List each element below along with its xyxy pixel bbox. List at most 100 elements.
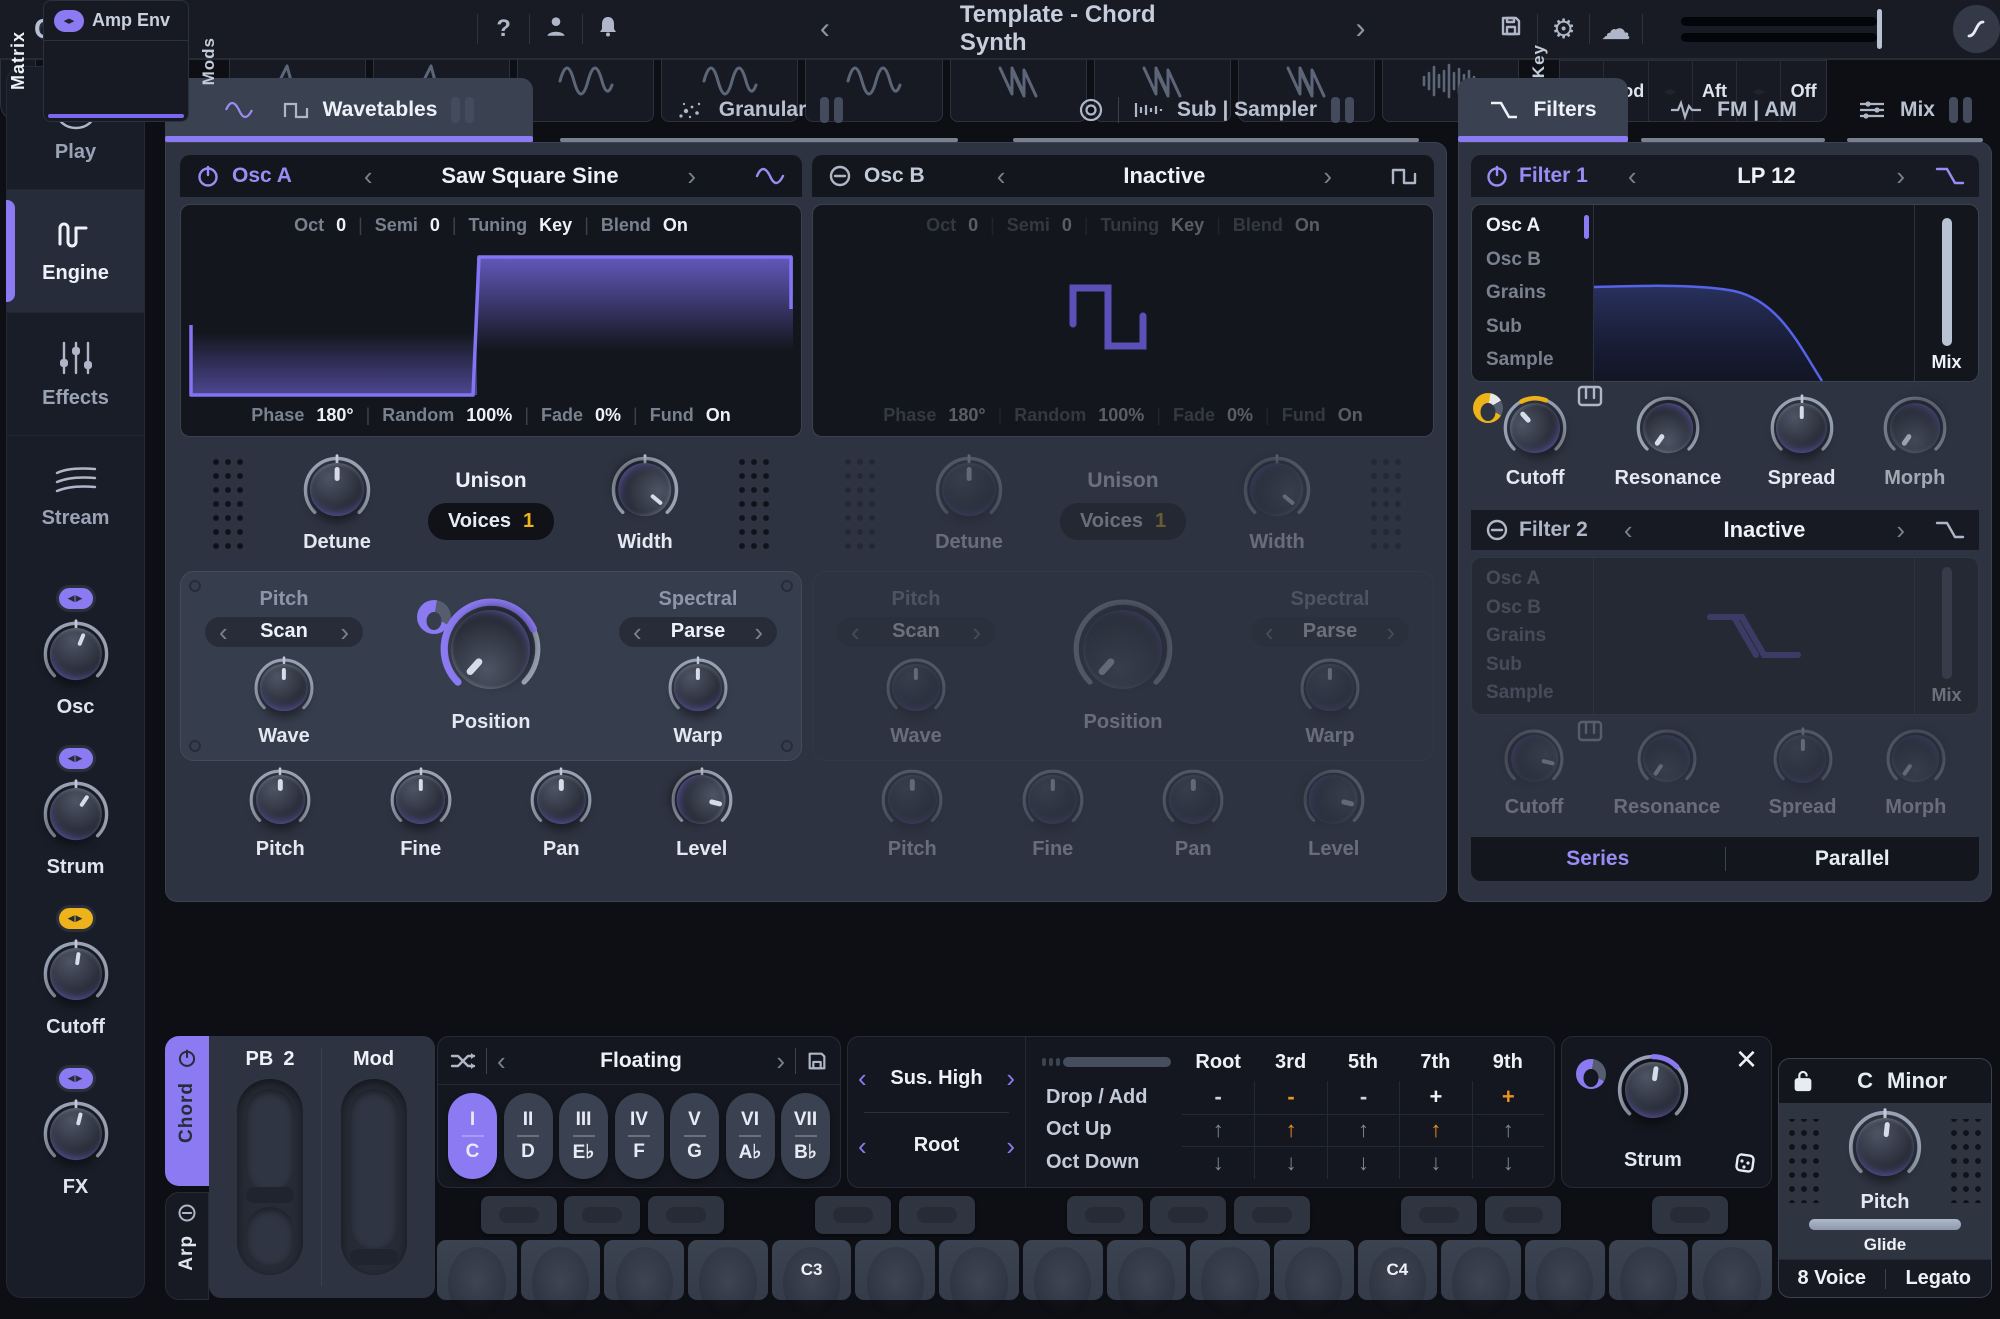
strum-knob[interactable] (1616, 1053, 1690, 1127)
strum-macro-knob[interactable] (42, 780, 110, 848)
pitch-mode-selector[interactable]: ‹ Scan › (205, 617, 363, 647)
white-key[interactable]: C4 (1358, 1240, 1438, 1300)
fx-macro-knob[interactable] (42, 1100, 110, 1168)
white-key[interactable] (437, 1240, 517, 1300)
close-icon[interactable]: × (1736, 1041, 1757, 1077)
pan-knob[interactable] (1161, 768, 1225, 832)
wheel-thumb[interactable] (246, 1187, 294, 1203)
black-key[interactable] (1067, 1196, 1143, 1234)
mix-slider-handle[interactable] (1942, 567, 1952, 679)
next-filter-type-button[interactable]: › (1896, 163, 1905, 189)
routing-parallel[interactable]: Parallel (1726, 847, 1980, 871)
inversion-selector[interactable]: ‹ Root › (858, 1133, 1015, 1159)
oct-down-9th[interactable]: ↓ (1472, 1146, 1544, 1179)
mod-diamond-icon[interactable]: ◀▶ (56, 745, 96, 772)
scale-key[interactable]: C (1857, 1068, 1873, 1094)
pitch-mode-selector[interactable]: ‹Scan› (837, 617, 995, 647)
keytrack-piano-icon[interactable] (1577, 720, 1603, 742)
pan-knob[interactable] (529, 768, 593, 832)
voice-count[interactable]: 8 Voice (1779, 1267, 1885, 1290)
degree-vii[interactable]: VIIB♭ (781, 1093, 830, 1179)
drag-grip[interactable] (210, 458, 246, 550)
resonance-knob[interactable] (1636, 728, 1698, 790)
routing-series[interactable]: Series (1471, 847, 1725, 871)
drag-grip[interactable] (842, 458, 878, 550)
degree-iv[interactable]: IVF (615, 1093, 664, 1179)
inactive-minus-icon[interactable] (1485, 518, 1509, 542)
glide-slider[interactable] (1809, 1219, 1961, 1230)
white-key[interactable] (1107, 1240, 1187, 1300)
black-key[interactable] (815, 1196, 891, 1234)
power-icon[interactable] (196, 164, 220, 188)
power-icon[interactable] (177, 1048, 197, 1068)
tab-filters[interactable]: Filters (1458, 78, 1628, 142)
white-key[interactable] (688, 1240, 768, 1300)
settings-gear-icon[interactable]: ⚙ (1538, 14, 1589, 45)
black-key[interactable] (899, 1196, 975, 1234)
next-preset-button[interactable]: › (1356, 12, 1366, 46)
white-key[interactable] (604, 1240, 684, 1300)
filter-1-type[interactable]: LP 12 (1647, 163, 1887, 189)
prev-preset-button[interactable]: ‹ (820, 12, 830, 46)
source-item[interactable]: Sub (1486, 316, 1593, 338)
inactive-minus-icon[interactable] (828, 164, 852, 188)
black-key[interactable] (481, 1196, 557, 1234)
tab-sub-sampler[interactable]: Sub | Sampler (985, 78, 1447, 142)
cutoff-macro-knob[interactable] (42, 940, 110, 1008)
white-key[interactable] (1525, 1240, 1605, 1300)
mod-wheel[interactable] (341, 1079, 407, 1275)
width-knob[interactable] (1242, 455, 1312, 525)
morph-knob[interactable] (1882, 395, 1948, 461)
volume-slider-handle[interactable] (1877, 9, 1882, 49)
white-key[interactable] (1274, 1240, 1354, 1300)
filter-2-display[interactable]: Osc A Osc B Grains Sub Sample Mix (1471, 557, 1979, 715)
drag-grip[interactable] (1789, 1119, 1819, 1203)
drop-add-5th[interactable]: - (1327, 1081, 1399, 1114)
sustain-selector[interactable]: ‹ Sus. High › (858, 1065, 1015, 1091)
filter-glyph-icon[interactable] (1935, 165, 1965, 187)
keytrack-piano-icon[interactable] (1577, 385, 1603, 407)
filter-glyph-icon[interactable] (1935, 519, 1965, 541)
amp-env-card[interactable]: ◀▶ Amp Env (43, 0, 189, 122)
black-key[interactable] (564, 1196, 640, 1234)
inactive-minus-icon[interactable] (177, 1203, 197, 1223)
mod-diamond-icon[interactable]: ◀▶ (54, 10, 84, 32)
shuffle-icon[interactable] (450, 1050, 476, 1072)
output-curve-button[interactable] (1953, 5, 2000, 53)
mod-blob-icon[interactable] (1576, 1059, 1606, 1089)
osc-a-waveform-display[interactable]: Oct0| Semi0| TuningKey| BlendOn Phase180… (180, 204, 802, 437)
dice-icon[interactable] (1731, 1149, 1759, 1177)
pitch-bend-wheel[interactable] (237, 1079, 303, 1275)
osc-a-wavetable[interactable]: Saw Square Sine (385, 163, 676, 189)
drop-add-9th[interactable]: + (1472, 1081, 1544, 1114)
account-icon[interactable] (530, 13, 581, 46)
warp-knob[interactable] (667, 657, 729, 719)
wave-knob[interactable] (885, 657, 947, 719)
pitch-knob[interactable] (1847, 1109, 1923, 1185)
pitch-knob[interactable] (248, 768, 312, 832)
white-key[interactable] (521, 1240, 601, 1300)
prev-filter-type-button[interactable]: ‹ (1624, 517, 1633, 543)
filter-2-mix[interactable]: Mix (1914, 558, 1978, 714)
black-key[interactable] (1652, 1196, 1728, 1234)
osc-macro-knob[interactable] (42, 620, 110, 688)
osc-b-state[interactable]: Inactive (1017, 163, 1311, 189)
prev-filter-type-button[interactable]: ‹ (1628, 163, 1637, 189)
spread-knob[interactable] (1769, 395, 1835, 461)
sidebar-item-effects[interactable]: Effects (7, 313, 144, 436)
wave-knob[interactable] (253, 657, 315, 719)
next-wavetable-button[interactable]: › (687, 163, 696, 189)
save-chord-icon[interactable] (806, 1050, 828, 1072)
tab-wavetables[interactable]: Wavetables (165, 78, 533, 142)
chord-preset[interactable]: Floating (516, 1049, 767, 1073)
spread-knob[interactable] (1772, 728, 1834, 790)
level-knob[interactable] (670, 768, 734, 832)
black-key[interactable] (1150, 1196, 1226, 1234)
osc-b-waveform-display[interactable]: Oct0| Semi0| TuningKey| BlendOn Phase180… (812, 204, 1434, 437)
position-knob[interactable] (439, 597, 543, 701)
drag-grip[interactable] (1368, 458, 1404, 550)
tab-chord[interactable]: Chord (165, 1036, 209, 1186)
sidebar-item-engine[interactable]: Engine (7, 190, 144, 313)
power-icon[interactable] (1485, 164, 1509, 188)
filter-1-display[interactable]: Osc A Osc B Grains Sub Sample Mix (1471, 204, 1979, 382)
